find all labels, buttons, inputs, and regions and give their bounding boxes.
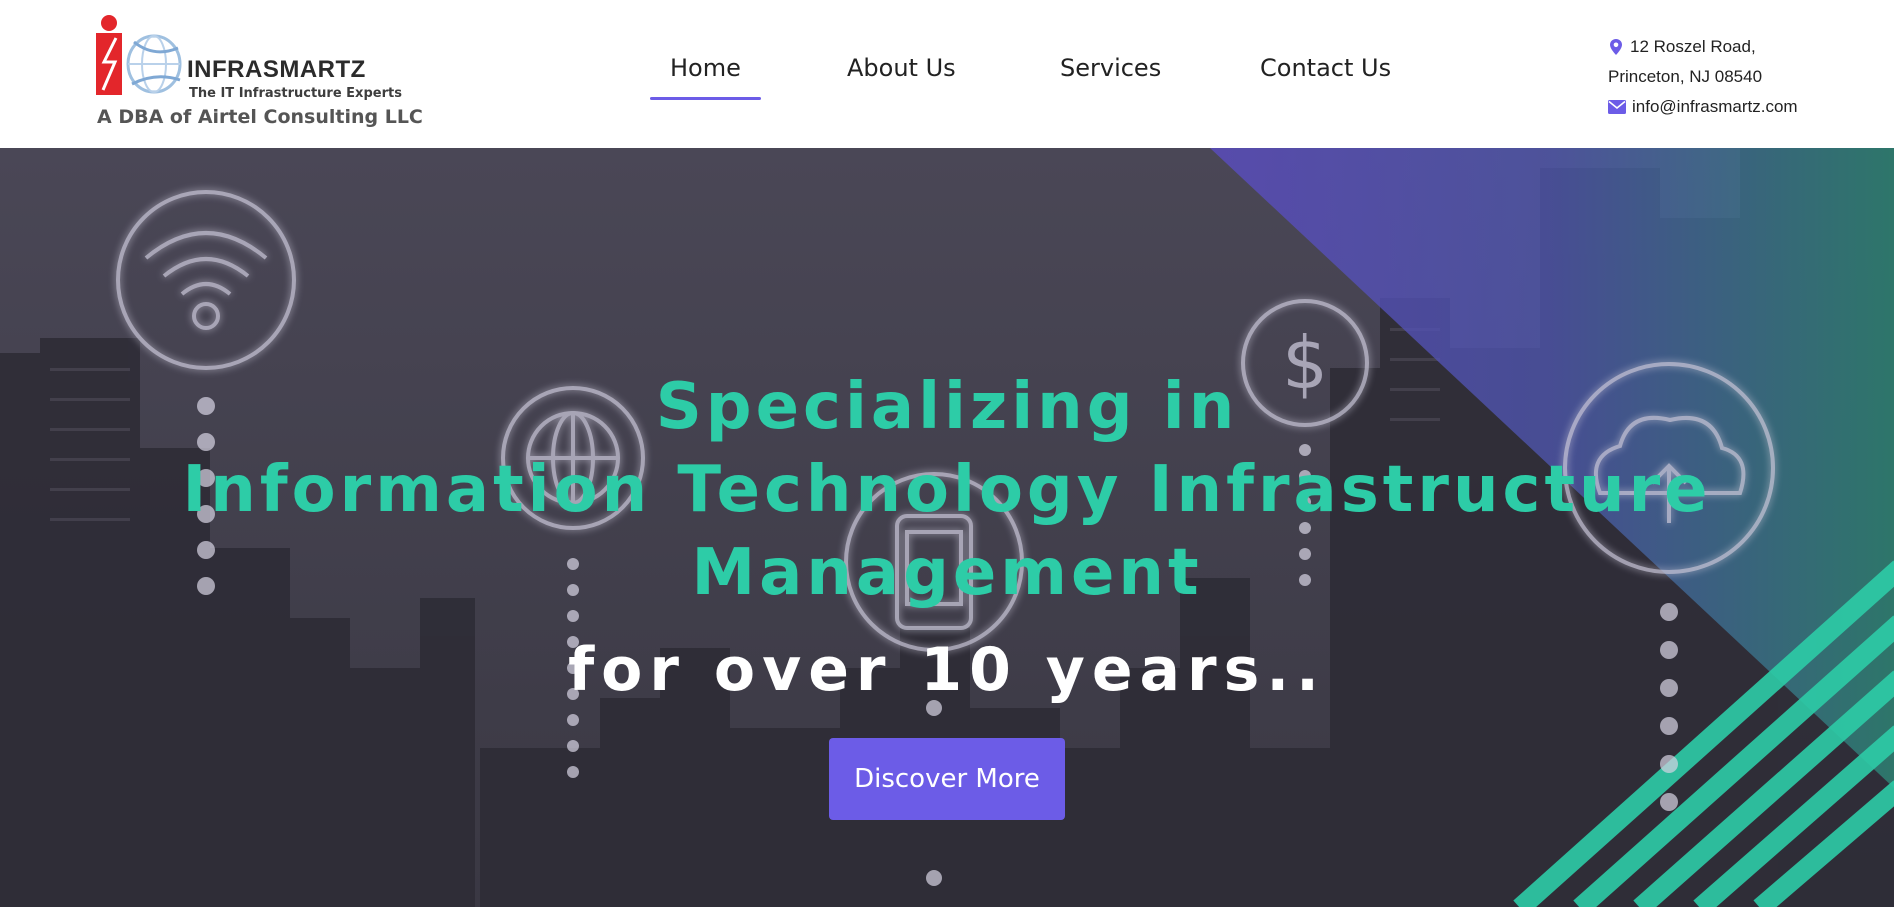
logo-tagline: The IT Infrastructure Experts — [189, 86, 402, 101]
hero-subheading: for over 10 years.. — [568, 635, 1326, 705]
map-marker-icon — [1610, 39, 1622, 55]
address-line-1-text: 12 Roszel Road, — [1630, 37, 1756, 56]
nav-about-us[interactable]: About Us — [847, 54, 956, 82]
logo-name: INFRASMARTZ — [187, 56, 366, 83]
nav-home[interactable]: Home — [650, 54, 761, 100]
address-line-2: Princeton, NJ 08540 — [1608, 62, 1798, 92]
email-line[interactable]: info@infrasmartz.com — [1608, 92, 1798, 122]
email-link[interactable]: info@infrasmartz.com — [1632, 92, 1798, 122]
hero-heading-line-3: Management — [691, 536, 1203, 610]
address-line-1: 12 Roszel Road, — [1608, 32, 1798, 62]
hero-heading-line-1: Specializing in — [655, 370, 1239, 444]
site-header: INFRASMARTZ The IT Infrastructure Expert… — [0, 0, 1894, 148]
hero-banner: $ Specializing in Information Technology… — [0, 148, 1894, 907]
hero-heading-line-2: Information Technology Infrastructure — [182, 453, 1712, 527]
envelope-icon — [1608, 100, 1626, 114]
discover-more-button[interactable]: Discover More — [829, 738, 1065, 820]
site-logo[interactable]: INFRASMARTZ The IT Infrastructure Expert… — [94, 14, 423, 132]
address-line-2-text: Princeton, NJ 08540 — [1608, 67, 1763, 86]
nav-contact-us[interactable]: Contact Us — [1260, 54, 1391, 82]
logo-dba-text: A DBA of Airtel Consulting LLC — [97, 106, 423, 128]
infrasmartz-logo-icon — [96, 15, 182, 95]
nav-services[interactable]: Services — [1060, 54, 1161, 82]
header-contact-info: 12 Roszel Road, Princeton, NJ 08540 info… — [1608, 32, 1798, 122]
